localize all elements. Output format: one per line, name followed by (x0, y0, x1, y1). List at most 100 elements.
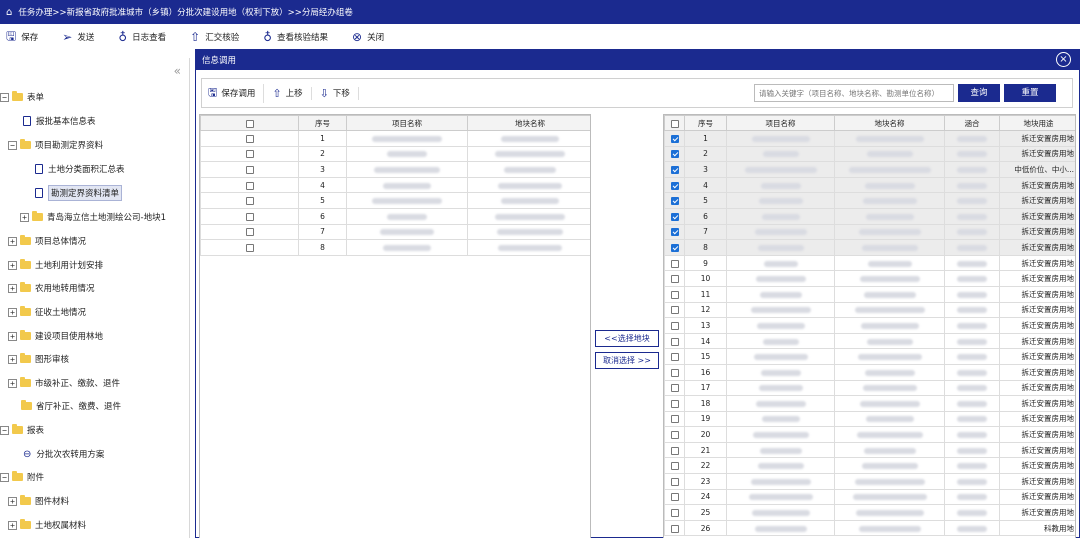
table-row[interactable]: 19 拆迁安置房用地 (664, 410, 1075, 428)
row-checkbox[interactable] (200, 130, 299, 147)
table-row[interactable]: 1 拆迁安置房用地 (664, 130, 1075, 147)
tree-item-land-plan[interactable]: + 土地利用计划安排 (8, 257, 103, 273)
row-checkbox[interactable] (200, 207, 299, 225)
table-row[interactable]: 1 (200, 130, 590, 147)
row-checkbox[interactable] (664, 410, 685, 428)
row-checkbox[interactable] (664, 270, 685, 287)
table-row[interactable]: 26 科教用地 (664, 519, 1075, 537)
minus-icon[interactable]: − (8, 140, 17, 150)
table-row[interactable]: 8 (200, 239, 590, 256)
table-row[interactable]: 4 拆迁安置房用地 (664, 176, 1075, 194)
tree-item-overall[interactable]: + 项目总体情况 (8, 233, 86, 249)
save-call-button[interactable]: 🖫 保存调用 (208, 83, 265, 103)
row-checkbox[interactable] (200, 176, 299, 194)
row-checkbox[interactable] (664, 332, 685, 350)
tree-item-land-summary[interactable]: 土地分类面积汇总表 (35, 161, 125, 177)
log-button[interactable]: ♁ 日志查看 (118, 30, 166, 44)
table-row[interactable]: 7 (200, 223, 590, 241)
table-row[interactable]: 13 拆迁安置房用地 (664, 317, 1075, 334)
plus-icon[interactable]: + (8, 520, 17, 530)
close-icon[interactable]: × (1056, 52, 1071, 67)
table-row[interactable]: 5 (200, 192, 590, 209)
table-row[interactable]: 5 拆迁安置房用地 (664, 192, 1075, 209)
send-button[interactable]: ➢ 发送 (62, 30, 94, 44)
table-row[interactable]: 25 拆迁安置房用地 (664, 504, 1075, 521)
table-row[interactable]: 16 拆迁安置房用地 (664, 363, 1075, 381)
row-checkbox[interactable] (664, 301, 685, 319)
row-checkbox[interactable] (664, 395, 685, 412)
move-down-button[interactable]: ⇩ 下移 (320, 86, 359, 100)
home-icon[interactable]: ⌂ (6, 7, 12, 18)
table-row[interactable]: 14 拆迁安置房用地 (664, 332, 1075, 350)
tree-item-forest[interactable]: + 建设项目使用林地 (8, 328, 103, 344)
save-button[interactable]: 🖫 保存 (6, 27, 38, 48)
row-checkbox[interactable] (664, 145, 685, 163)
table-row[interactable]: 6 拆迁安置房用地 (664, 207, 1075, 225)
table-row[interactable]: 18 拆迁安置房用地 (664, 395, 1075, 412)
cancel-select-button[interactable]: 取消选择 >> (595, 352, 659, 369)
close-button[interactable]: ⊗ 关闭 (352, 30, 384, 44)
row-checkbox[interactable] (664, 379, 685, 397)
submit-check-button[interactable]: ⇧ 汇交核验 (190, 30, 239, 44)
tree-item-basic-info[interactable]: 报批基本信息表 (23, 113, 96, 129)
tree-item-city-correction[interactable]: + 市级补正、缴款、退件 (8, 375, 120, 391)
minus-icon[interactable]: − (0, 425, 9, 435)
move-up-button[interactable]: ⇧ 上移 (272, 86, 312, 100)
row-checkbox[interactable] (664, 457, 685, 475)
row-checkbox[interactable] (200, 239, 299, 256)
table-row[interactable]: 8 拆迁安置房用地 (664, 239, 1075, 256)
table-row[interactable]: 3 (200, 161, 590, 178)
plus-icon[interactable]: + (8, 307, 17, 317)
query-button[interactable]: 查询 (958, 84, 1000, 102)
tree-item-farmland[interactable]: + 农用地转用情况 (8, 280, 95, 296)
minus-icon[interactable]: − (0, 472, 9, 482)
tree-item-ownership[interactable]: + 土地权属材料 (8, 517, 86, 533)
tree-item-province-correction[interactable]: 省厅补正、缴费、退件 (21, 398, 121, 414)
search-input[interactable] (754, 84, 954, 102)
row-checkbox[interactable] (200, 161, 299, 178)
select-all-checkbox[interactable] (200, 115, 299, 131)
row-checkbox[interactable] (200, 145, 299, 163)
row-checkbox[interactable] (664, 504, 685, 521)
tree-item-drawings[interactable]: + 图件材料 (8, 493, 69, 509)
plus-icon[interactable]: + (8, 354, 17, 364)
row-checkbox[interactable] (664, 130, 685, 147)
select-all-checkbox[interactable] (664, 115, 685, 131)
row-checkbox[interactable] (664, 254, 685, 272)
table-row[interactable]: 9 拆迁安置房用地 (664, 254, 1075, 272)
table-row[interactable]: 23 拆迁安置房用地 (664, 473, 1075, 490)
tree-item-graphic-review[interactable]: + 图形审核 (8, 351, 69, 367)
table-row[interactable]: 2 (200, 145, 590, 163)
table-row[interactable]: 3 中低价位、中小... (664, 161, 1075, 178)
select-plot-button[interactable]: <<选择地块 (595, 330, 659, 347)
table-row[interactable]: 17 拆迁安置房用地 (664, 379, 1075, 397)
table-row[interactable]: 15 拆迁安置房用地 (664, 348, 1075, 365)
row-checkbox[interactable] (664, 285, 685, 303)
plus-icon[interactable]: + (8, 331, 17, 341)
table-row[interactable]: 22 拆迁安置房用地 (664, 457, 1075, 475)
row-checkbox[interactable] (664, 207, 685, 225)
table-row[interactable]: 11 拆迁安置房用地 (664, 285, 1075, 303)
view-check-button[interactable]: ♁ 查看核验结果 (263, 30, 328, 44)
tree-item-attachments[interactable]: − 附件 (0, 469, 44, 485)
plus-icon[interactable]: + (8, 260, 17, 270)
tree-item-forms[interactable]: − 表单 (0, 89, 44, 105)
plus-icon[interactable]: + (8, 236, 17, 246)
minus-icon[interactable]: − (0, 92, 9, 102)
table-row[interactable]: 2 拆迁安置房用地 (664, 145, 1075, 163)
row-checkbox[interactable] (664, 426, 685, 443)
table-row[interactable]: 24 拆迁安置房用地 (664, 488, 1075, 506)
row-checkbox[interactable] (664, 239, 685, 256)
row-checkbox[interactable] (664, 161, 685, 178)
plus-icon[interactable]: + (8, 283, 17, 293)
plus-icon[interactable]: + (20, 212, 29, 222)
row-checkbox[interactable] (664, 176, 685, 194)
tree-item-survey-list[interactable]: 勘测定界资料清单 (35, 185, 123, 201)
row-checkbox[interactable] (664, 473, 685, 490)
table-row[interactable]: 7 拆迁安置房用地 (664, 223, 1075, 241)
plus-icon[interactable]: + (8, 496, 17, 506)
tree-item-reports[interactable]: − 报表 (0, 422, 44, 438)
row-checkbox[interactable] (664, 363, 685, 381)
row-checkbox[interactable] (664, 441, 685, 459)
tree-item-survey[interactable]: − 项目勘测定界资料 (8, 137, 103, 153)
